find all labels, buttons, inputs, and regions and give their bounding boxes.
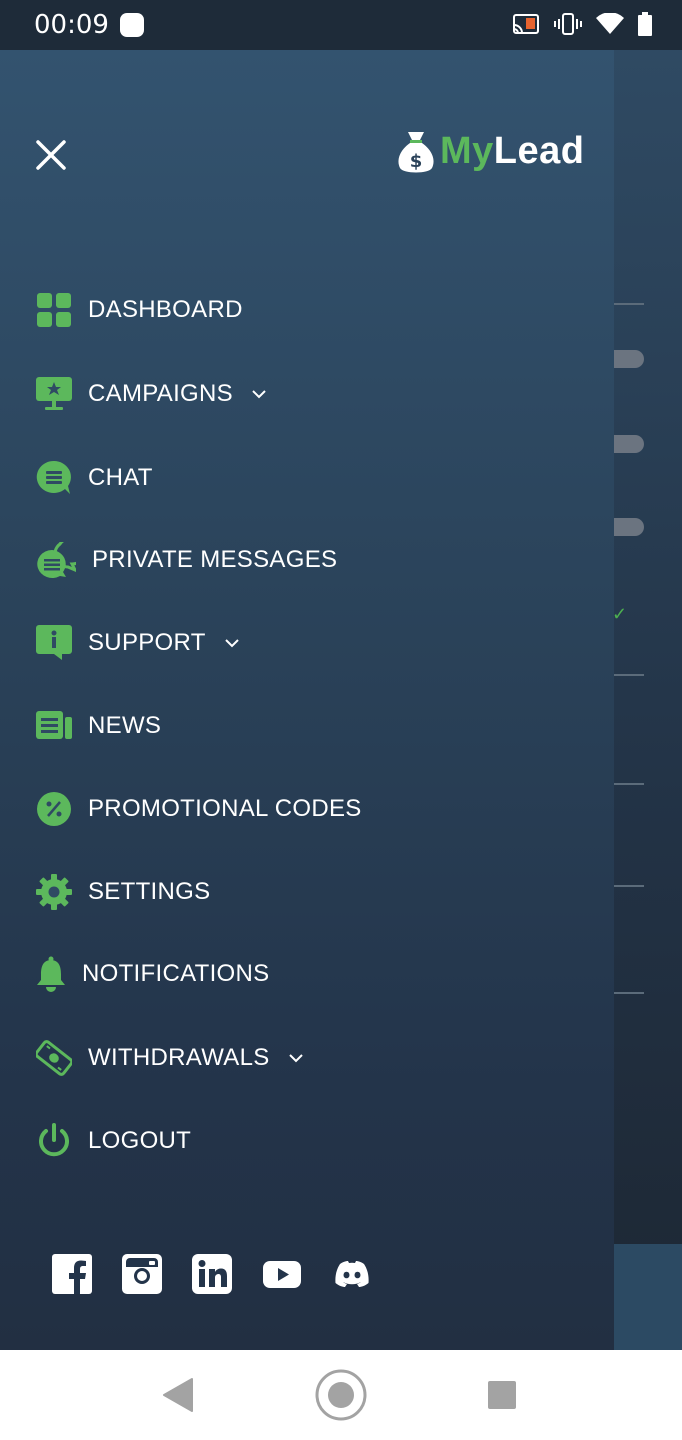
menu-label-promotional-codes: PROMOTIONAL CODES	[88, 795, 362, 822]
svg-text:$: $	[410, 151, 423, 172]
private-messages-icon	[36, 542, 76, 578]
menu-label-notifications: NOTIFICATIONS	[82, 960, 270, 987]
menu-label-support: SUPPORT	[88, 629, 206, 656]
logo-text-lead: Lead	[493, 129, 585, 172]
menu-label-withdrawals: WITHDRAWALS	[88, 1044, 270, 1071]
withdrawals-money-icon	[36, 1040, 72, 1076]
discord-icon[interactable]	[332, 1254, 372, 1294]
status-time: 00:09	[34, 10, 109, 40]
chevron-down-icon[interactable]	[224, 635, 240, 651]
menu-item-private-messages[interactable]: PRIVATE MESSAGES	[36, 542, 337, 578]
menu-item-news[interactable]: NEWS	[36, 708, 161, 744]
youtube-icon[interactable]	[262, 1254, 302, 1294]
notification-dot-icon	[120, 13, 144, 37]
news-icon	[36, 708, 72, 744]
linkedin-icon[interactable]	[192, 1254, 232, 1294]
background-divider	[614, 303, 644, 305]
menu-label-campaigns: CAMPAIGNS	[88, 380, 233, 407]
chevron-down-icon[interactable]	[288, 1050, 304, 1066]
power-icon	[36, 1123, 72, 1159]
background-divider	[614, 674, 644, 676]
money-bag-icon: $	[398, 132, 434, 173]
status-bar: 00:09	[0, 0, 682, 50]
menu-item-withdrawals[interactable]: WITHDRAWALS	[36, 1040, 304, 1076]
cast-icon	[513, 14, 539, 34]
dashboard-grid-icon	[36, 292, 72, 328]
menu-label-logout: LOGOUT	[88, 1127, 192, 1154]
gear-icon	[36, 874, 72, 910]
menu-label-news: NEWS	[88, 712, 162, 739]
vibrate-icon	[554, 13, 582, 35]
menu-label-settings: SETTINGS	[88, 878, 211, 905]
close-icon[interactable]	[34, 138, 68, 172]
chevron-down-icon[interactable]	[251, 386, 267, 402]
background-check-icon: ✓	[612, 604, 628, 624]
mylead-logo: $ MyLead	[396, 126, 585, 176]
menu-item-settings[interactable]: SETTINGS	[36, 874, 210, 910]
background-divider	[614, 783, 644, 785]
navigation-drawer: $ MyLead DASHBOARD CAMPAIGNS CHAT PRIVAT…	[0, 50, 614, 1350]
background-divider	[614, 885, 644, 887]
menu-item-chat[interactable]: CHAT	[36, 460, 153, 496]
recents-icon[interactable]	[487, 1380, 517, 1410]
menu-label-chat: CHAT	[88, 464, 153, 491]
menu-item-notifications[interactable]: NOTIFICATIONS	[36, 956, 269, 992]
menu-item-campaigns[interactable]: CAMPAIGNS	[36, 376, 267, 412]
system-navigation-bar	[0, 1350, 682, 1440]
menu-item-promotional-codes[interactable]: PROMOTIONAL CODES	[36, 791, 362, 827]
wifi-icon	[596, 13, 624, 34]
menu-label-dashboard: DASHBOARD	[88, 296, 243, 323]
instagram-icon[interactable]	[122, 1254, 162, 1294]
bell-icon	[36, 956, 66, 992]
menu-item-support[interactable]: SUPPORT	[36, 625, 240, 661]
promo-percent-icon	[36, 791, 72, 827]
status-icons	[512, 12, 652, 36]
battery-icon	[638, 12, 652, 36]
campaigns-monitor-icon	[36, 376, 72, 412]
background-divider	[614, 992, 644, 994]
back-icon[interactable]	[162, 1377, 194, 1413]
menu-item-dashboard[interactable]: DASHBOARD	[36, 292, 243, 328]
facebook-icon[interactable]	[52, 1254, 92, 1294]
logo-text-my: My	[440, 129, 494, 172]
background-strip	[614, 1244, 682, 1350]
menu-label-private-messages: PRIVATE MESSAGES	[92, 546, 338, 573]
menu-item-logout[interactable]: LOGOUT	[36, 1123, 191, 1159]
chat-bubble-icon	[36, 460, 72, 496]
support-info-icon	[36, 625, 72, 661]
home-icon[interactable]	[314, 1368, 368, 1422]
social-links	[52, 1254, 372, 1294]
